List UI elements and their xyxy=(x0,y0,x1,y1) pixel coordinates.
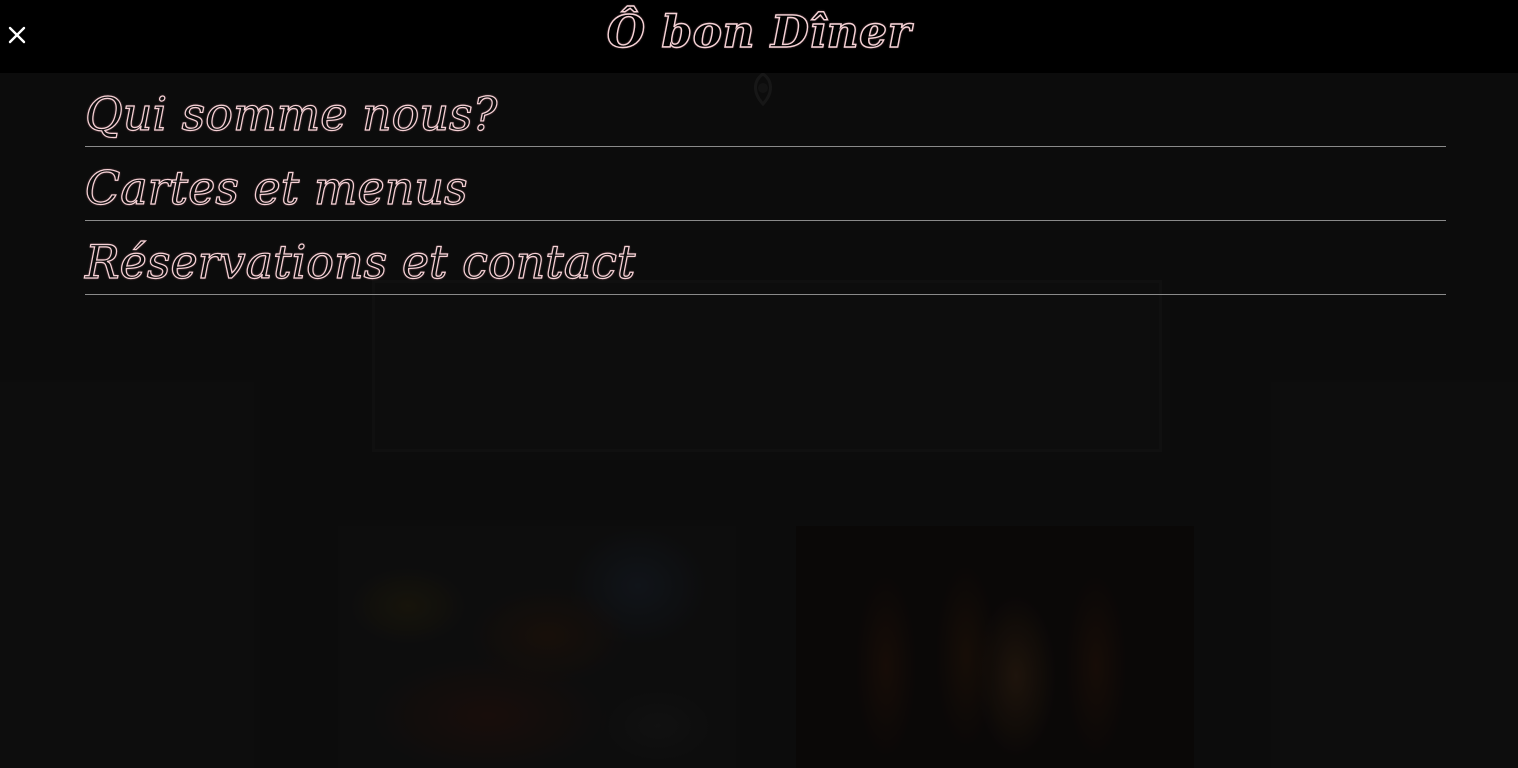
top-bar: Ô bon Dîner xyxy=(0,0,1518,73)
main-navigation-menu: Qui somme nous? Cartes et menus Réservat… xyxy=(84,73,1446,295)
brand-logo-title[interactable]: Ô bon Dîner xyxy=(0,2,1518,64)
nav-item-label: Cartes et menus xyxy=(84,160,468,215)
nav-item-qui-somme-nous[interactable]: Qui somme nous? xyxy=(84,73,1446,147)
page: Ô bon Dîner Qui somme nous? Cartes et me… xyxy=(0,0,1518,768)
nav-item-label: Réservations et contact xyxy=(84,234,636,289)
nav-item-label: Qui somme nous? xyxy=(84,86,498,141)
nav-item-cartes-et-menus[interactable]: Cartes et menus xyxy=(84,147,1446,221)
nav-item-reservations-et-contact[interactable]: Réservations et contact xyxy=(84,221,1446,295)
